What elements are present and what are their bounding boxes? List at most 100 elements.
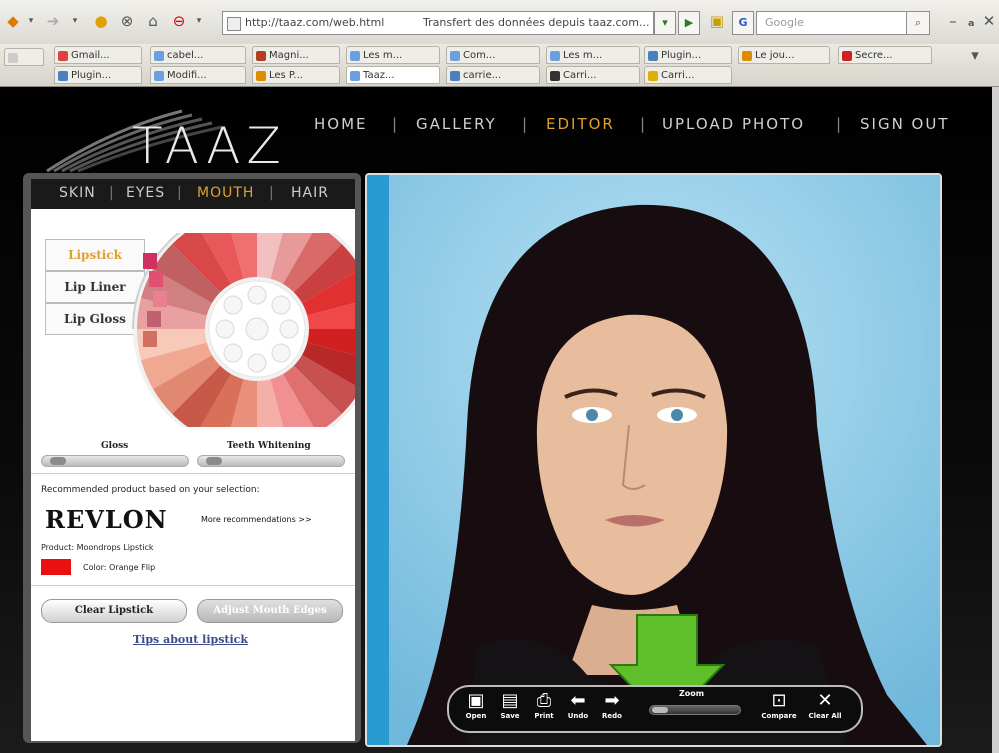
tab-skin[interactable]: SKIN <box>59 185 96 201</box>
color-name: Color: Orange Flip <box>83 563 156 572</box>
compare-icon: ⊡ <box>771 690 787 711</box>
url-dropdown-icon[interactable]: ▾ <box>654 11 676 35</box>
back-dropdown-icon[interactable]: ▾ <box>22 12 40 30</box>
swatch-chip[interactable] <box>153 291 167 307</box>
go-button[interactable]: ▶ <box>678 11 700 35</box>
page-favicon-icon <box>350 51 360 61</box>
teeth-whitening-slider[interactable] <box>197 455 345 467</box>
url-text: http://taaz.com/web.html <box>245 16 385 29</box>
back-arrow-icon[interactable]: ◆ <box>4 12 22 30</box>
zoom-label: Zoom <box>679 689 705 698</box>
zoom-knob[interactable] <box>652 707 668 713</box>
bookmark-icon[interactable]: ▣ <box>708 12 726 30</box>
minimize-icon[interactable]: – <box>944 12 962 30</box>
noscript-dropdown-icon[interactable]: ▾ <box>190 12 208 30</box>
noscript-icon[interactable]: ⊖ <box>170 12 188 30</box>
nav-separator: | <box>522 115 530 133</box>
color-swatch <box>41 559 71 575</box>
browser-tab[interactable]: Les m... <box>546 46 640 64</box>
swatch-chip[interactable] <box>149 271 163 287</box>
page-favicon-icon <box>154 71 164 81</box>
stop-icon[interactable]: ⊗ <box>118 12 136 30</box>
tab-hair[interactable]: HAIR <box>291 185 329 201</box>
home-icon[interactable]: ⌂ <box>144 12 162 30</box>
address-bar[interactable]: http://taaz.com/web.html Transfert des d… <box>222 11 654 35</box>
nav-upload-photo[interactable]: UPLOAD PHOTO <box>662 115 805 133</box>
gloss-slider[interactable] <box>41 455 189 467</box>
page-favicon-icon <box>450 51 460 61</box>
page-favicon-icon <box>256 51 266 61</box>
taaz-logo[interactable]: TAAZ <box>42 109 281 175</box>
status-text: Transfert des données depuis taaz.com... <box>423 16 650 29</box>
browser-tab[interactable]: Modifi... <box>150 66 246 84</box>
portrait-photo[interactable]: ▣ Open ▤ Save ⎙ Print ⬅ Undo ➡ Redo Zoom ⊡ Com… <box>367 175 940 745</box>
browser-toolbar: ◆ ▾ ➔ ▾ ● ⊗ ⌂ ⊖ ▾ http://taaz.com/web.ht… <box>0 0 999 45</box>
redo-button[interactable]: ➡ Redo <box>595 691 629 727</box>
swatch-chip[interactable] <box>143 331 157 347</box>
reload-icon[interactable]: ● <box>92 12 110 30</box>
browser-tab[interactable]: Gmail... <box>54 46 142 64</box>
browser-tab[interactable]: carrie... <box>446 66 540 84</box>
clear-lipstick-button[interactable]: Clear Lipstick <box>41 599 187 623</box>
tab-mouth[interactable]: MOUTH <box>197 185 254 201</box>
clear-all-button[interactable]: ✕ Clear All <box>805 691 845 727</box>
teeth-whitening-label: Teeth Whitening <box>227 441 311 451</box>
slider-knob[interactable] <box>206 457 222 465</box>
save-button[interactable]: ▤ Save <box>493 691 527 727</box>
forward-dropdown-icon[interactable]: ▾ <box>66 12 84 30</box>
zoom-slider[interactable] <box>649 705 741 715</box>
browser-tab[interactable]: cabel... <box>150 46 246 64</box>
print-button[interactable]: ⎙ Print <box>527 691 561 727</box>
revlon-logo: REVLON <box>45 505 168 534</box>
divider <box>31 473 355 474</box>
undo-arrow-icon: ⬅ <box>570 690 586 711</box>
browser-tab[interactable]: Carri... <box>546 66 640 84</box>
swatch-chip[interactable] <box>143 253 157 269</box>
taaz-page: TAAZ HOME | GALLERY | EDITOR | UPLOAD PH… <box>0 87 999 753</box>
tips-link[interactable]: Tips about lipstick <box>133 633 248 646</box>
page-favicon-icon <box>450 71 460 81</box>
nav-home[interactable]: HOME <box>314 115 368 133</box>
open-button[interactable]: ▣ Open <box>459 691 493 727</box>
search-magnifier-icon[interactable]: ⌕ <box>906 11 930 35</box>
adjust-mouth-edges-button[interactable]: Adjust Mouth Edges <box>197 599 343 623</box>
more-recommendations-link[interactable]: More recommendations >> <box>201 515 312 524</box>
page-favicon-icon <box>648 71 658 81</box>
tab-eyes[interactable]: EYES <box>126 185 165 201</box>
category-tabs: SKIN | EYES | MOUTH | HAIR <box>31 179 355 209</box>
close-window-icon[interactable]: ✕ <box>980 12 998 30</box>
restore-icon[interactable]: ₐ <box>962 12 980 30</box>
mouth-panel: Lipstick Lip Liner Lip Gloss Gloss Teeth… <box>31 209 355 741</box>
browser-tab[interactable]: Carri... <box>644 66 732 84</box>
google-search-icon[interactable]: G <box>732 11 754 35</box>
more-tabs-icon[interactable]: ▾ <box>966 46 984 64</box>
browser-tab[interactable]: Le jou... <box>738 46 830 64</box>
search-input[interactable]: Google <box>756 11 928 35</box>
browser-tab[interactable]: Plugin... <box>644 46 732 64</box>
swatch-chip[interactable] <box>147 311 161 327</box>
compare-button[interactable]: ⊡ Compare <box>759 691 799 727</box>
nav-editor[interactable]: EDITOR <box>546 115 615 133</box>
browser-tab[interactable]: Secre... <box>838 46 932 64</box>
nav-separator: | <box>836 115 844 133</box>
divider <box>31 585 355 586</box>
slider-knob[interactable] <box>50 457 66 465</box>
browser-tab[interactable]: Les m... <box>346 46 440 64</box>
page-favicon-icon <box>350 71 360 81</box>
tab-separator: | <box>269 185 275 201</box>
page-favicon-icon <box>256 71 266 81</box>
browser-tab-active[interactable]: Taaz... <box>346 66 440 84</box>
tab-separator: | <box>109 185 115 201</box>
lipstick-color-wheel[interactable] <box>123 233 355 427</box>
browser-tab[interactable]: Les P... <box>252 66 340 84</box>
tab-list-button[interactable] <box>4 48 44 66</box>
forward-arrow-icon[interactable]: ➔ <box>44 12 62 30</box>
undo-button[interactable]: ⬅ Undo <box>561 691 595 727</box>
browser-tab[interactable]: Com... <box>446 46 540 64</box>
nav-sign-out[interactable]: SIGN OUT <box>860 115 950 133</box>
page-scrollbar[interactable] <box>992 87 999 753</box>
nav-gallery[interactable]: GALLERY <box>416 115 497 133</box>
browser-tab[interactable]: Magni... <box>252 46 340 64</box>
page-favicon-icon <box>550 71 560 81</box>
browser-tab[interactable]: Plugin... <box>54 66 142 84</box>
